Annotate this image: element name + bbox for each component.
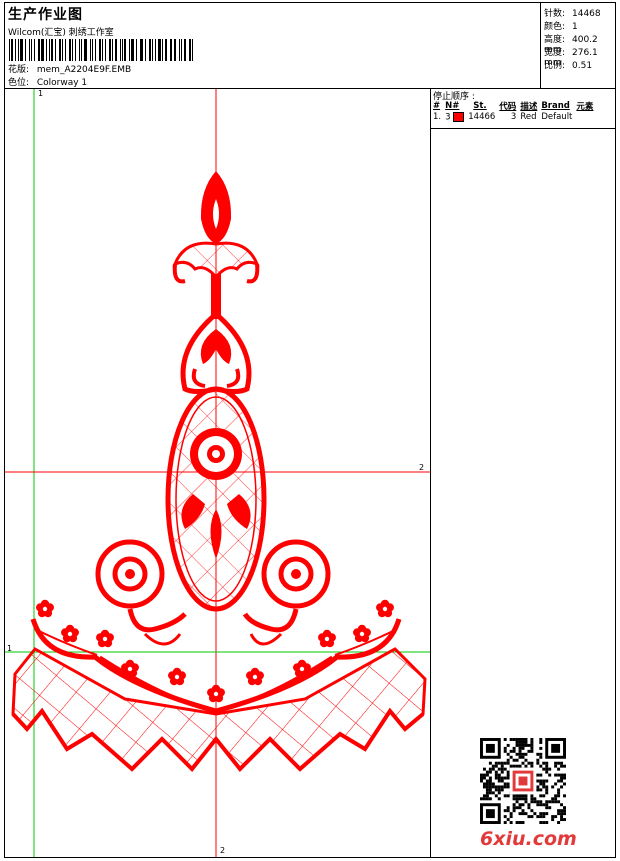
qr-code xyxy=(480,738,566,824)
flower-motif xyxy=(61,624,79,643)
row-brand: Default xyxy=(541,112,573,123)
column-header: St. xyxy=(473,101,487,111)
heart-curl-right xyxy=(226,368,241,388)
table-header-row: # N# St. 代码 描述 Brand 元素 xyxy=(432,100,596,112)
flower-motif xyxy=(376,599,394,618)
stat-value: 14468 xyxy=(572,9,601,19)
design-canvas: 1 2 1 2 xyxy=(5,89,430,857)
flower-motif xyxy=(246,667,264,686)
column-header: 描述 xyxy=(520,102,538,112)
finial-curl-right xyxy=(246,263,260,284)
design-label: 花版: xyxy=(8,65,30,75)
stat-label: 高度: xyxy=(544,35,566,45)
table-row[interactable]: 1. 3 14466 3 Red Default xyxy=(432,112,596,123)
column-header: # xyxy=(433,101,441,111)
heart-curl-left xyxy=(191,368,206,388)
company-name: Wilcom(汇宝) 刺绣工作室 xyxy=(8,28,114,38)
guide-label-v2: 2 xyxy=(220,846,226,855)
flower-motif xyxy=(207,684,225,703)
rosette-left xyxy=(95,539,187,646)
stat-value: 1 xyxy=(572,22,578,32)
stat-label: 宽度: xyxy=(544,48,566,58)
design-row: 花版: mem_A2204E9F.EMB xyxy=(8,62,131,75)
colorway-label: 色位: xyxy=(8,78,30,88)
flower-motif xyxy=(36,599,54,618)
colorway-value: Colorway 1 xyxy=(36,78,88,88)
design-file-name: mem_A2204E9F.EMB xyxy=(36,65,132,75)
color-swatch xyxy=(453,112,465,122)
row-description: Red xyxy=(520,112,537,123)
stem xyxy=(211,274,221,319)
barcode xyxy=(9,39,195,61)
row-needle: 3 xyxy=(444,112,467,123)
column-header: Brand xyxy=(541,101,570,111)
guide-label-h2: 2 xyxy=(419,463,425,472)
panel-divider xyxy=(431,128,615,129)
stats-panel: 针数: 14468 颜色: 1 高度: 400.2 mm 宽度: 276.1 mm 比例… xyxy=(540,3,616,88)
flower-motif xyxy=(121,659,139,678)
column-header: 代码 xyxy=(499,102,517,112)
row-stitches: 14466 xyxy=(468,112,496,123)
stat-label: 针数: xyxy=(544,9,566,19)
row-index: 1. xyxy=(433,112,442,123)
flower-motif xyxy=(168,667,186,686)
finial-wings xyxy=(172,241,260,280)
column-header: N# xyxy=(445,101,460,111)
stat-stitches: 针数: 14468 xyxy=(544,6,601,19)
watermark-logo: 6xiu.com xyxy=(480,828,577,850)
flower-motif xyxy=(293,659,311,678)
guide-label-v1: 1 xyxy=(38,89,44,98)
guide-label-h1: 1 xyxy=(7,644,13,653)
central-oval xyxy=(165,386,267,612)
row-code: 3 xyxy=(510,112,517,123)
page-title: 生产作业图 xyxy=(8,7,83,23)
colorway-row: 色位: Colorway 1 xyxy=(8,75,87,88)
flower-motif xyxy=(318,629,336,648)
stat-label: 比例: xyxy=(544,61,566,71)
stat-scale: 比例: 0.51 xyxy=(544,58,592,71)
stat-value: 0.51 xyxy=(572,61,593,71)
column-header: 元素 xyxy=(576,102,594,112)
medallion-center xyxy=(212,450,220,458)
stat-colors: 颜色: 1 xyxy=(544,19,578,32)
flower-motif xyxy=(96,629,114,648)
header-info: 生产作业图 Wilcom(汇宝) 刺绣工作室 花版: mem_A2204E9F.… xyxy=(5,3,540,88)
stop-sequence-table: # N# St. 代码 描述 Brand 元素 1. 3 14466 3 Red… xyxy=(432,100,596,123)
flower-motif xyxy=(353,624,371,643)
stat-label: 颜色: xyxy=(544,22,566,32)
finial-curl-left xyxy=(172,263,186,284)
embroidery-design xyxy=(5,89,430,857)
row-element xyxy=(575,112,596,123)
